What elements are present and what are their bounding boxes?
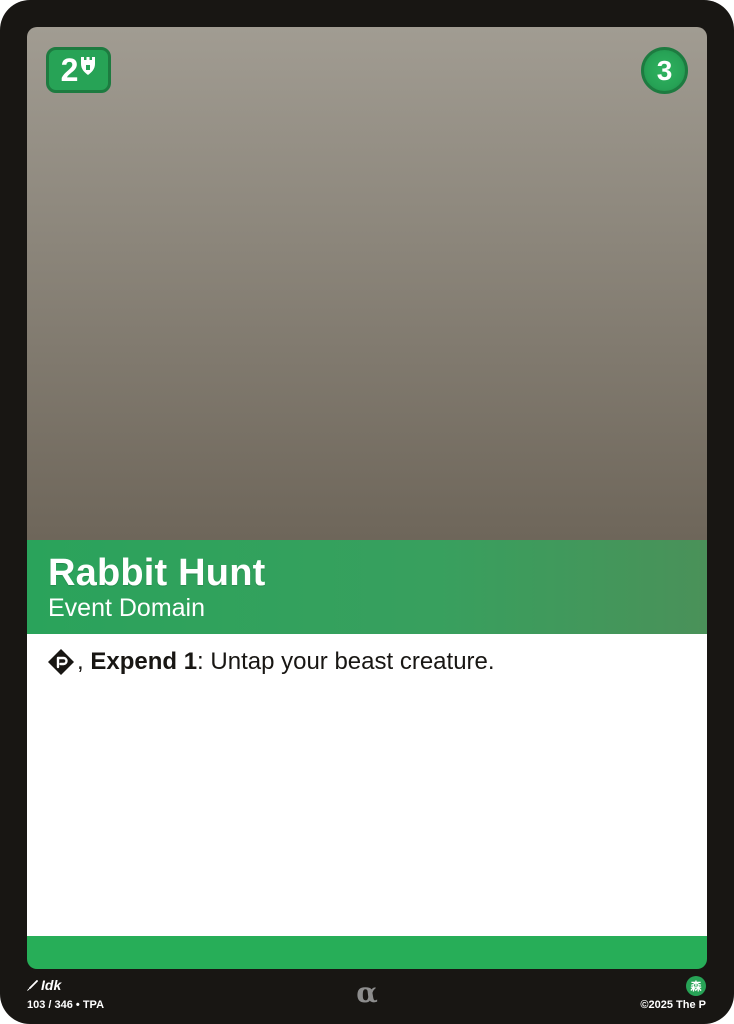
- cost-badge: 2: [46, 47, 111, 93]
- tap-icon: [47, 648, 75, 676]
- ability-line: , Expend 1: Untap your beast creature.: [47, 646, 687, 677]
- ability-colon: :: [197, 648, 204, 675]
- title-bar: Rabbit Hunt Event Domain: [27, 540, 707, 634]
- ability-cost-separator: ,: [77, 648, 84, 675]
- domain-icon: 森: [686, 976, 706, 996]
- domain-color-strip: [27, 936, 707, 969]
- artist-credit: Idk: [26, 977, 61, 993]
- cost-value: 2: [60, 52, 79, 88]
- game-card[interactable]: 2 3 Rabbit Hunt Event Domain , Expend 1:…: [0, 0, 734, 1024]
- domain-symbol: 森: [690, 980, 702, 993]
- card-type-line: Event Domain: [48, 594, 206, 622]
- brush-icon: [26, 979, 38, 991]
- card-art: [27, 27, 707, 540]
- ability-keyword: Expend 1: [90, 648, 198, 675]
- tower-icon: [80, 56, 96, 76]
- copyright-notice: ©2025 The P: [640, 999, 706, 1011]
- ability-effect: Untap your beast creature.: [210, 648, 495, 675]
- rarity-symbol: α: [356, 976, 378, 1009]
- power-badge: 3: [641, 47, 688, 94]
- power-value: 3: [656, 54, 673, 86]
- card-title: Rabbit Hunt: [48, 552, 266, 594]
- collector-number: 103 / 346 • TPA: [27, 999, 105, 1011]
- rules-text-box: , Expend 1: Untap your beast creature.: [27, 634, 707, 936]
- artist-name: Idk: [41, 977, 62, 993]
